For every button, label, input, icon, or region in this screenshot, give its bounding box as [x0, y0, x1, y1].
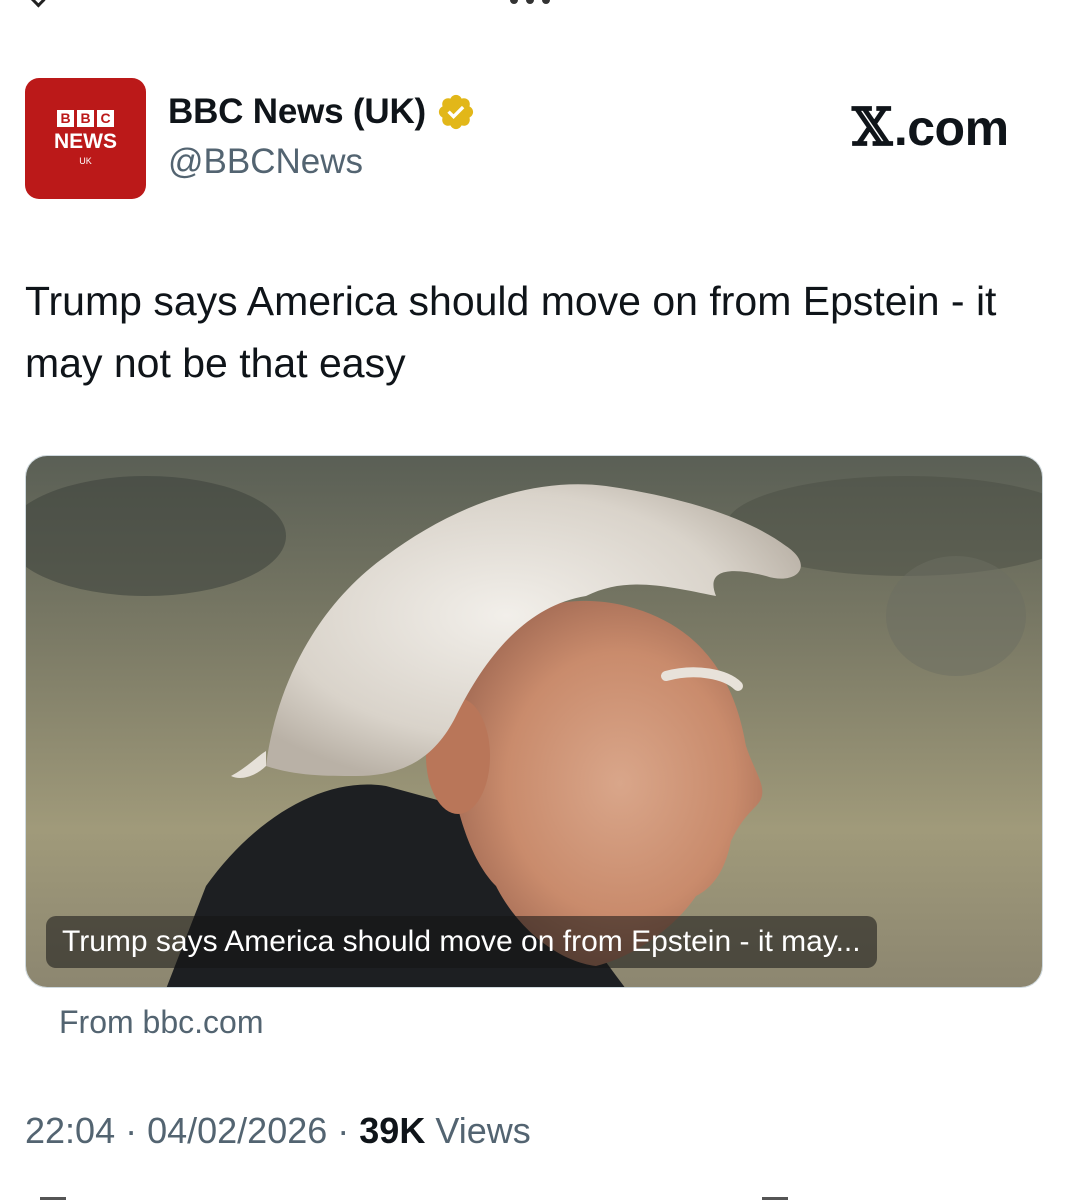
tweet-date[interactable]: 04/02/2026	[147, 1110, 327, 1151]
link-card[interactable]: Trump says America should move on from E…	[25, 455, 1043, 988]
card-headline: Trump says America should move on from E…	[46, 916, 877, 968]
bottom-cutoff-bar	[0, 1194, 1068, 1200]
x-logo-icon: 𝕏	[852, 97, 892, 158]
meta-separator: ·	[115, 1110, 148, 1151]
x-com-logo: 𝕏 .com	[852, 97, 1009, 158]
views-label: Views	[425, 1110, 531, 1151]
avatar-uk-text: UK	[79, 156, 92, 166]
tweet-page: B B C NEWS UK BBC News (UK) @BBCNews 𝕏 .c…	[0, 0, 1068, 1200]
card-source[interactable]: From bbc.com	[59, 1004, 263, 1041]
bbc-logo-blocks: B B C	[57, 110, 114, 127]
x-com-suffix: .com	[893, 99, 1009, 156]
account-handle[interactable]: @BBCNews	[168, 142, 363, 182]
tweet-time[interactable]: 22:04	[25, 1110, 115, 1151]
account-name-row: BBC News (UK)	[168, 92, 476, 132]
meta-separator: ·	[327, 1110, 360, 1151]
verified-badge-icon[interactable]	[436, 92, 476, 132]
bbc-block-2: B	[77, 110, 94, 127]
back-chevron-icon[interactable]	[28, 0, 46, 8]
card-photo	[26, 456, 1042, 987]
tweet-text: Trump says America should move on from E…	[25, 278, 997, 386]
display-name[interactable]: BBC News (UK)	[168, 92, 426, 132]
bbc-block-1: B	[57, 110, 74, 127]
top-cutoff-bar	[0, 0, 1068, 10]
avatar[interactable]: B B C NEWS UK	[25, 78, 146, 199]
bbc-block-3: C	[97, 110, 114, 127]
views-count[interactable]: 39K	[359, 1110, 425, 1151]
tweet-meta: 22:04 · 04/02/2026 · 39K Views	[25, 1110, 531, 1152]
more-options-icon[interactable]	[510, 0, 550, 4]
avatar-news-text: NEWS	[54, 130, 117, 153]
